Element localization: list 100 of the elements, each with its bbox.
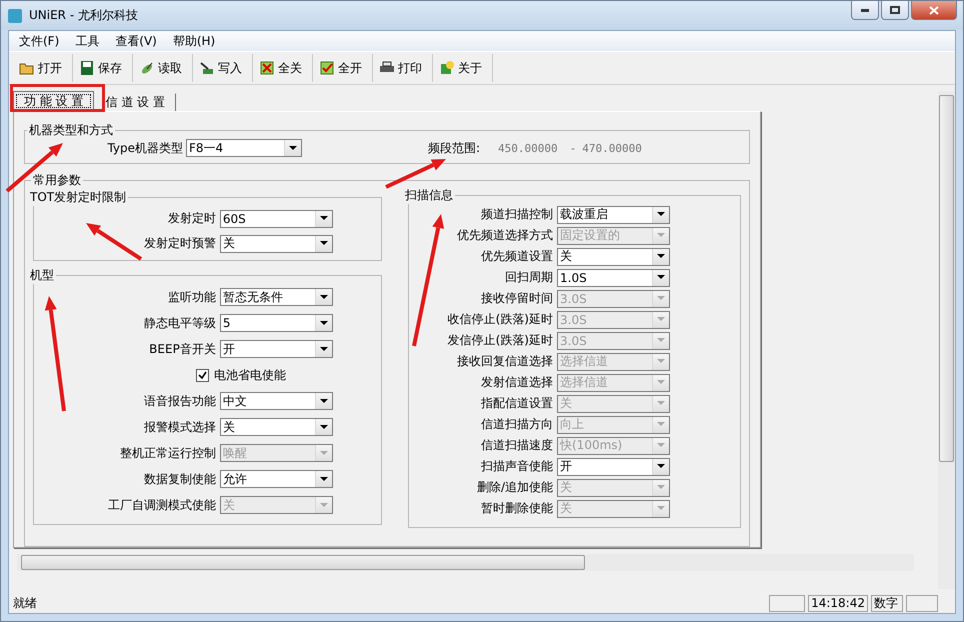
- dropdown[interactable]: 暂态无条件: [220, 288, 333, 306]
- field-label: 接收回复信道选择: [457, 353, 553, 370]
- status-text: 就绪: [13, 594, 38, 612]
- caret-icon: [657, 317, 665, 322]
- toolbar-button[interactable]: 全关: [253, 54, 313, 82]
- minimize-button[interactable]: [851, 1, 879, 20]
- field-label: Type机器类型: [107, 140, 183, 156]
- status-mode: 数字: [871, 594, 903, 612]
- toolbar-button[interactable]: 打印: [373, 54, 433, 82]
- toolbar-button[interactable]: 读取: [133, 54, 193, 82]
- toolbar-button[interactable]: 保存: [73, 54, 133, 82]
- check-document-icon: [319, 60, 335, 76]
- range-value: 450.00000: [498, 142, 558, 154]
- caret-icon: [289, 146, 297, 150]
- window-title: UNiER - 尤利尔科技: [29, 7, 138, 24]
- field-label: 工厂自调测模式使能: [108, 496, 216, 514]
- group-title: 常用参数: [32, 172, 82, 189]
- caret-icon: [657, 359, 665, 364]
- field-label: 信道扫描方向: [481, 416, 553, 433]
- caret-icon: [320, 346, 328, 352]
- dropdown[interactable]: 关: [220, 234, 333, 252]
- field-label: 优先频道选择方式: [457, 227, 553, 244]
- dropdown[interactable]: 开: [220, 340, 333, 358]
- maximize-button[interactable]: [881, 1, 909, 20]
- caret-icon: [657, 506, 665, 511]
- field-label: 频段范围:: [428, 140, 480, 156]
- horizontal-scrollbar[interactable]: [17, 554, 914, 571]
- checkbox[interactable]: [196, 368, 209, 382]
- dropdown[interactable]: 开: [557, 458, 670, 476]
- dropdown[interactable]: 允许: [220, 470, 333, 488]
- group-title: TOT发射定时限制: [29, 189, 128, 206]
- annotation-arrow: [86, 223, 142, 261]
- field-label: 监听功能: [168, 288, 216, 306]
- field-label: 发射定时: [168, 210, 216, 227]
- group-title: 机型: [29, 267, 55, 284]
- tab[interactable]: 功 能 设 置: [13, 91, 94, 111]
- minimize-icon: [861, 8, 869, 12]
- menu-item[interactable]: 文件(F): [11, 32, 68, 50]
- vertical-scrollbar[interactable]: [938, 91, 955, 589]
- caret-icon: [657, 254, 665, 259]
- close-icon: [929, 6, 939, 14]
- caret-icon: [320, 320, 328, 326]
- close-button[interactable]: [911, 1, 957, 20]
- field-label: 静态电平等级: [144, 314, 216, 332]
- field-label: 删除/追加使能: [476, 479, 553, 496]
- field-label: 优先频道设置: [481, 248, 553, 265]
- field-label: 频道扫描控制: [481, 206, 553, 223]
- annotation-arrow: [385, 159, 446, 189]
- dropdown[interactable]: 关: [220, 418, 333, 436]
- caret-icon: [657, 401, 665, 406]
- caret-icon: [657, 275, 665, 280]
- caret-icon: [320, 216, 328, 221]
- menu-item[interactable]: 查看(V): [107, 32, 165, 50]
- dropdown[interactable]: F8一4: [186, 139, 302, 157]
- status-time: 14:18:42: [808, 594, 868, 612]
- menu-item[interactable]: 帮助(H): [164, 32, 224, 50]
- dropdown[interactable]: 1.0S: [557, 268, 670, 286]
- field-label: 信道扫描速度: [481, 437, 553, 454]
- status-pane: [906, 594, 938, 612]
- field-label: 数据复制使能: [144, 470, 216, 488]
- group-title: 机器类型和方式: [28, 122, 114, 139]
- field-label: 报警模式选择: [144, 418, 216, 436]
- field-label: 指配信道设置: [481, 395, 553, 412]
- app-icon: [7, 8, 23, 24]
- caret-icon: [320, 476, 328, 482]
- dropdown[interactable]: 关: [557, 248, 670, 266]
- maximize-icon: [890, 6, 900, 14]
- caret-icon: [320, 502, 328, 508]
- toolbar-button[interactable]: 关于: [433, 54, 493, 82]
- field-label: 收信停止(跌落)延时: [448, 311, 553, 328]
- caret-icon: [657, 422, 665, 427]
- cross-document-icon: [259, 60, 275, 76]
- menu-item[interactable]: 工具: [67, 32, 108, 50]
- dropdown[interactable]: 60S: [220, 210, 333, 228]
- field-label: 暂时删除使能: [481, 500, 553, 517]
- field-label: 发射信道选择: [481, 374, 553, 391]
- caret-icon: [657, 233, 665, 238]
- dropdown[interactable]: 载波重启: [557, 206, 670, 224]
- caret-icon: [657, 380, 665, 385]
- caret-icon: [657, 296, 665, 301]
- range-dash: -: [570, 142, 576, 154]
- caret-icon: [657, 464, 665, 469]
- dropdown[interactable]: 中文: [220, 392, 333, 410]
- caret-icon: [320, 398, 328, 404]
- caret-icon: [320, 294, 328, 300]
- caret-icon: [320, 241, 328, 246]
- toolbar-button[interactable]: 打开: [13, 54, 73, 82]
- caret-icon: [657, 485, 665, 490]
- caret-icon: [657, 443, 665, 448]
- field-label: 接收停留时间: [481, 290, 553, 307]
- caret-icon: [320, 424, 328, 430]
- checkbox-label: 电池省电使能: [214, 366, 286, 384]
- group-title: 扫描信息: [404, 187, 454, 204]
- status-pane: [769, 594, 806, 612]
- range-value: 470.00000: [582, 142, 642, 154]
- toolbar-button[interactable]: 全开: [313, 54, 373, 82]
- caret-icon: [657, 212, 665, 217]
- dropdown[interactable]: 5: [220, 314, 333, 332]
- toolbar-button[interactable]: 写入: [193, 54, 253, 82]
- field-label: 发信停止(跌落)延时: [448, 332, 553, 349]
